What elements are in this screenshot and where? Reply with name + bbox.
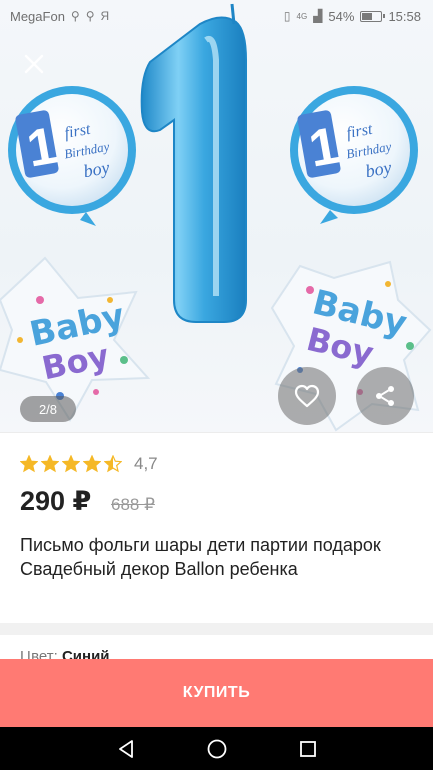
- search-icon: ⚲: [85, 9, 95, 23]
- divider: [0, 432, 433, 433]
- product-photo: 1 first Birthday boy 1 first Birthday bo…: [0, 3, 432, 432]
- rating-value: 4,7: [134, 454, 158, 473]
- signal-icon: ▟: [313, 9, 323, 23]
- close-button[interactable]: [18, 48, 50, 80]
- heart-icon: [294, 384, 320, 408]
- close-icon: [24, 54, 44, 74]
- star-icon: [62, 455, 80, 473]
- star-icon: [20, 455, 38, 473]
- nav-back-button[interactable]: [111, 734, 141, 764]
- clock: 15:58: [388, 8, 421, 24]
- share-icon: [376, 386, 394, 406]
- vibrate-icon: ▯: [283, 9, 291, 23]
- favorite-button[interactable]: [278, 367, 336, 425]
- product-image-gallery[interactable]: 1 first Birthday boy 1 first Birthday bo…: [0, 0, 433, 432]
- status-bar: MegaFon ⚲ ⚲ Я ▯ 4G ▟ 54% 15:58: [0, 0, 433, 32]
- android-nav-bar: [0, 727, 433, 770]
- signal-label: 4G: [296, 11, 308, 21]
- nav-recents-button[interactable]: [293, 734, 323, 764]
- nav-home-button[interactable]: [202, 734, 232, 764]
- section-divider: [0, 623, 433, 635]
- rating[interactable]: 4,7: [20, 453, 158, 475]
- battery-icon: [360, 10, 386, 22]
- old-price: 688 ₽: [111, 495, 155, 514]
- yandex-icon: Я: [100, 9, 110, 23]
- rating-stars: [20, 455, 122, 473]
- star-icon: [104, 455, 122, 473]
- usb-icon: ⚲: [70, 9, 80, 23]
- battery-percent: 54%: [328, 8, 355, 24]
- image-counter: 2/8: [20, 396, 76, 422]
- star-icon: [83, 455, 101, 473]
- recents-icon: [299, 740, 316, 757]
- product-title: Письмо фольги шары дети партии подарок С…: [20, 535, 381, 579]
- share-button[interactable]: [356, 367, 414, 425]
- back-icon: [118, 739, 133, 758]
- carrier-name: MegaFon: [10, 8, 65, 24]
- current-price: 290 ₽: [20, 486, 92, 516]
- buy-button[interactable]: КУПИТЬ: [0, 659, 433, 727]
- home-icon: [207, 739, 226, 758]
- star-icon: [41, 455, 59, 473]
